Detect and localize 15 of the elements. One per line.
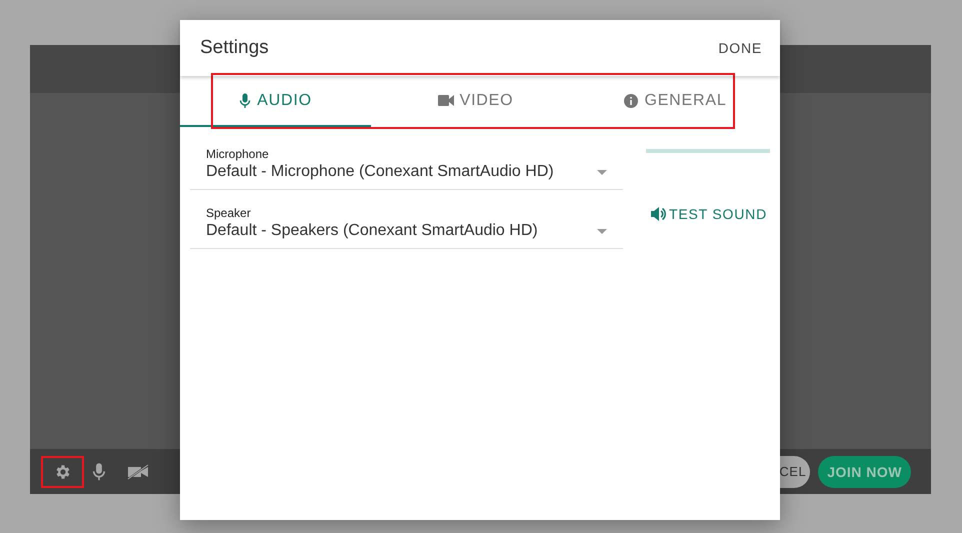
select-field[interactable]: Speaker Default - Speakers (Conexant SmartAudio HD) <box>190 204 623 249</box>
dialog-title: Settings <box>200 37 269 59</box>
dropdown-arrow-icon <box>597 170 607 174</box>
highlight-box <box>41 456 84 488</box>
done-button[interactable]: DONE <box>714 36 766 60</box>
microphone-icon[interactable] <box>92 462 106 482</box>
test-sound-button[interactable]: TEST SOUND <box>646 206 767 222</box>
settings-icon[interactable] <box>54 462 72 480</box>
info-icon <box>624 94 638 108</box>
video-camera-icon <box>438 95 454 106</box>
speaker-icon <box>651 207 667 221</box>
microphone-icon <box>239 92 252 108</box>
select-field[interactable]: Microphone Default - Microphone (Conexant SmartAudio HD) <box>190 145 623 190</box>
video-camera-off-icon[interactable] <box>126 462 150 480</box>
dropdown-arrow-icon <box>597 228 607 234</box>
